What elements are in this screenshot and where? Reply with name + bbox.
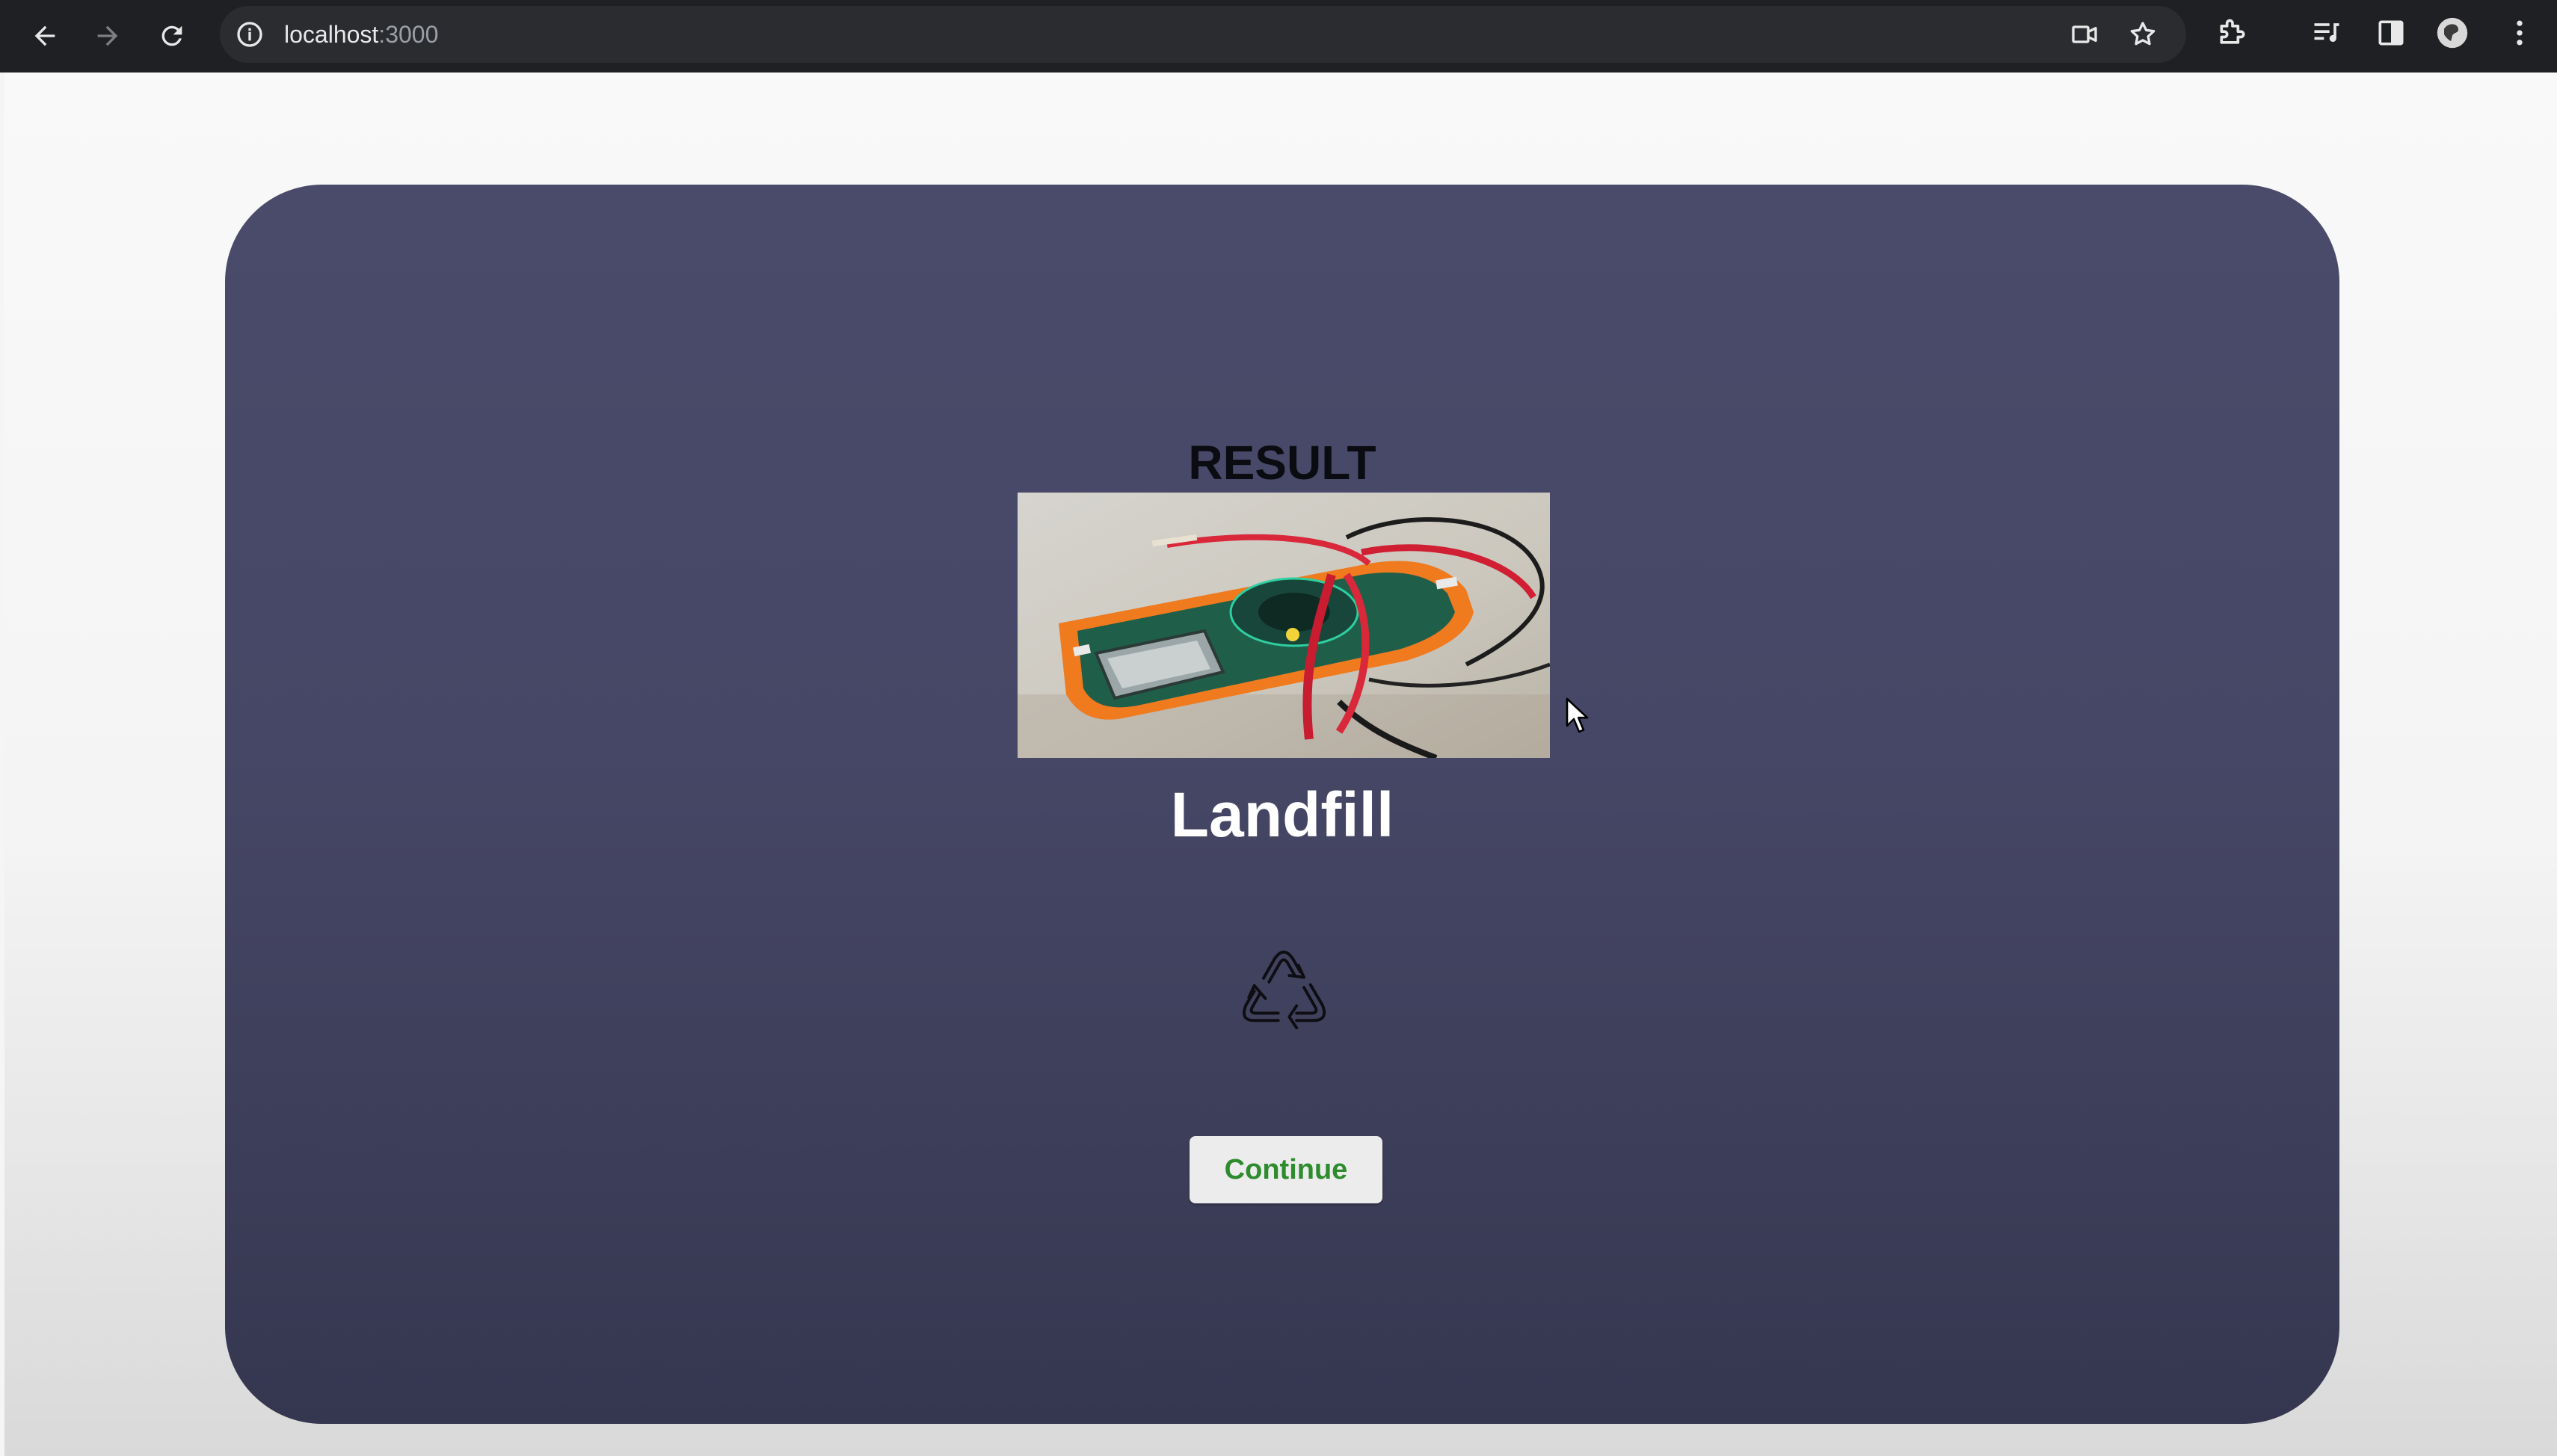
kebab-menu-icon[interactable] [2503, 16, 2536, 49]
reload-icon [161, 25, 182, 46]
continue-button[interactable]: Continue [1190, 1136, 1382, 1203]
arrow-right-icon [97, 25, 118, 46]
result-card: RESULT Landfill Continue [225, 185, 2339, 1424]
page-viewport: RESULT Landfill Continue [4, 73, 2557, 1456]
recycle-icon [1243, 950, 1326, 1030]
multimeter-photo [1018, 493, 1550, 758]
forward-button[interactable] [85, 13, 130, 58]
url-text[interactable]: localhost:3000 [284, 6, 438, 63]
result-title: RESULT [1188, 436, 1376, 490]
url-port: :3000 [378, 21, 439, 48]
media-queue-icon[interactable] [2310, 16, 2343, 49]
video-camera-icon[interactable] [2070, 19, 2099, 49]
reload-button[interactable] [150, 13, 194, 58]
address-bar[interactable]: localhost:3000 [220, 6, 2186, 63]
browser-toolbar: localhost:3000 [0, 0, 2557, 73]
side-panel-icon[interactable] [2375, 16, 2407, 49]
star-icon[interactable] [2128, 19, 2158, 49]
mouse-cursor-icon [1566, 697, 1589, 733]
classification-label: Landfill [1170, 780, 1394, 850]
arrow-left-icon [34, 25, 55, 46]
back-button[interactable] [22, 13, 67, 58]
url-host: localhost [284, 21, 379, 48]
avatar[interactable] [2436, 16, 2469, 49]
info-icon[interactable] [235, 19, 265, 49]
puzzle-icon[interactable] [2216, 16, 2249, 49]
